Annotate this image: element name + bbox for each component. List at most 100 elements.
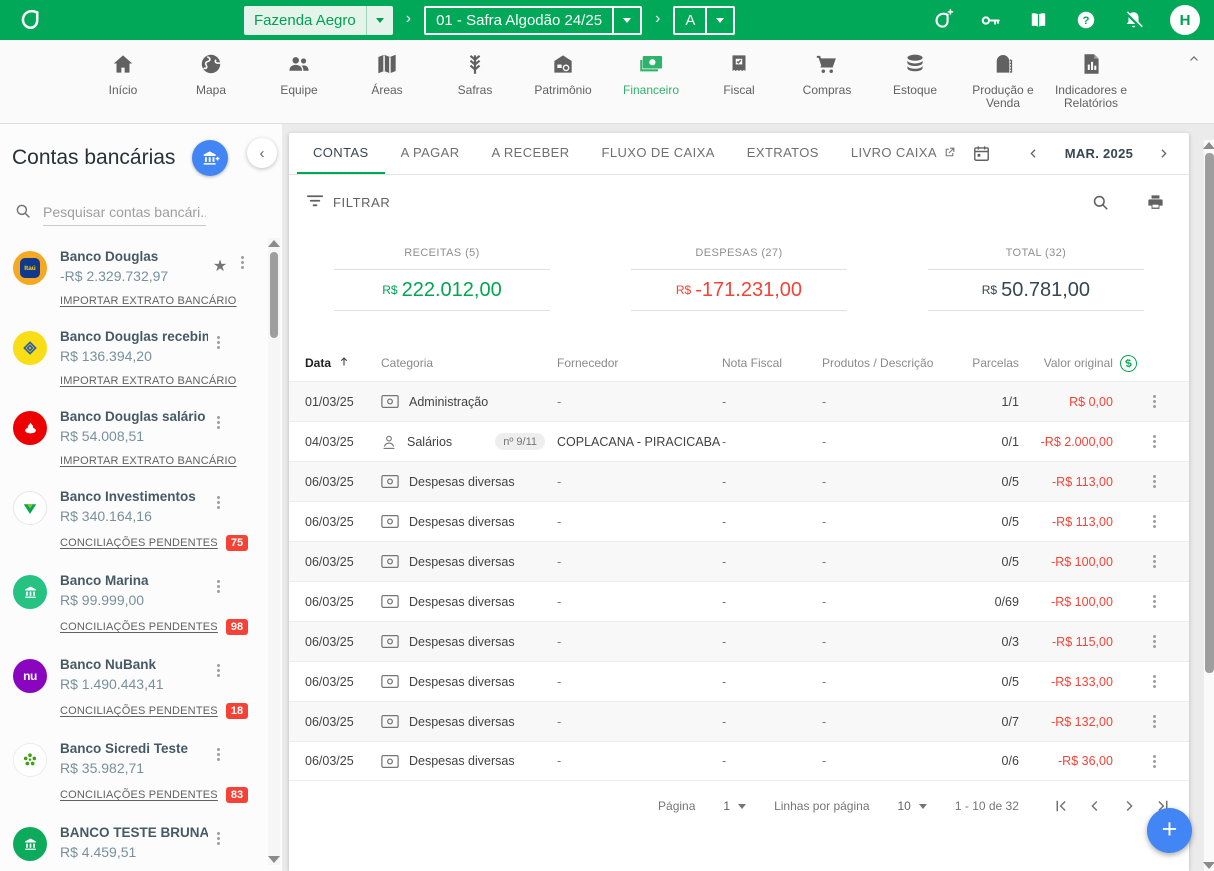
row-menu-icon[interactable] [1137,400,1173,403]
collapse-nav-icon[interactable] [1187,52,1201,69]
row-menu-icon[interactable] [1137,760,1173,763]
bank-account-banco-douglas[interactable]: Itaú Banco Douglas -R$ 2.329.732,97 ★ IM… [13,239,282,319]
search-icon[interactable] [1091,193,1110,212]
nav-item-areas[interactable]: Áreas [350,49,425,123]
column-header-data[interactable]: Data [305,355,381,371]
star-icon[interactable]: ★ [208,256,232,276]
season-selector-caret[interactable] [612,8,640,33]
tab-livro-caixa[interactable]: LIVRO CAIXA [835,133,972,174]
tab-fluxo-de-caixa[interactable]: FLUXO DE CAIXA [586,133,731,174]
sidebar-scrollbar[interactable] [268,238,280,865]
collapse-sidebar-button[interactable]: ‹ [247,138,277,168]
scroll-up-icon[interactable] [1203,142,1214,149]
account-action-link[interactable]: IMPORTAR EXTRATO BANCÁRIO [60,375,237,387]
transaction-row[interactable]: 06/03/25 Despesas diversas - - - 0/5 -R$… [289,541,1189,581]
row-menu-icon[interactable] [1137,720,1173,723]
row-menu-icon[interactable] [1137,640,1173,643]
next-month-icon[interactable] [1147,146,1181,161]
tab-a-receber[interactable]: A RECEBER [476,133,586,174]
column-header-nota-fiscal[interactable]: Nota Fiscal [722,356,822,370]
season-selector[interactable]: 01 - Safra Algodão 24/25 [424,6,642,35]
nav-item-mapa[interactable]: Mapa [174,49,249,123]
filter-button[interactable]: FILTRAR [307,194,390,211]
row-menu-icon[interactable] [1137,440,1173,443]
notifications-off-icon[interactable] [1122,9,1145,32]
tab-extratos[interactable]: EXTRATOS [731,133,835,174]
bank-account-banco-marina[interactable]: Banco Marina R$ 99.999,00 CONCILIAÇÕES P… [13,563,282,647]
transaction-row[interactable]: 06/03/25 Despesas diversas - - - 0/5 -R$… [289,661,1189,701]
calendar-icon[interactable] [972,144,991,163]
search-input[interactable] [43,201,206,226]
account-action-link[interactable]: CONCILIAÇÕES PENDENTES [60,705,218,717]
transaction-row[interactable]: 06/03/25 Despesas diversas - - - 0/6 -R$… [289,741,1189,781]
kebab-menu-icon[interactable] [208,585,228,588]
transaction-row[interactable]: 04/03/25 Salários nº 9/11 COPLACANA - PI… [289,421,1189,461]
book-icon[interactable] [1027,9,1050,32]
kebab-menu-icon[interactable] [208,669,228,672]
bank-account-banco-nubank[interactable]: nu Banco NuBank R$ 1.490.443,41 CONCILIA… [13,647,282,731]
user-avatar[interactable]: H [1170,5,1200,35]
kebab-menu-icon[interactable] [208,501,228,504]
bank-account-banco-douglas-salario-ti[interactable]: Banco Douglas salário Ti... R$ 54.008,51… [13,399,282,479]
bank-account-banco-teste-bruna[interactable]: BANCO TESTE BRUNA R$ 4.459,51 [13,815,282,871]
scroll-down-icon[interactable] [268,856,280,863]
unit-selector-caret[interactable] [705,8,733,33]
aegro-logo-icon[interactable] [14,5,44,35]
nav-item-compras[interactable]: Compras [790,49,865,123]
column-header-parcelas[interactable]: Parcelas [949,356,1019,370]
farm-selector-caret[interactable] [366,6,393,35]
nav-item-producao-e-venda[interactable]: Produção e Venda [966,49,1041,123]
row-menu-icon[interactable] [1137,600,1173,603]
column-header-produtos[interactable]: Produtos / Descrição [822,356,949,370]
add-farm-icon[interactable] [930,8,954,32]
kebab-menu-icon[interactable] [232,261,252,264]
bank-account-banco-sicredi-teste[interactable]: Banco Sicredi Teste R$ 35.982,71 CONCILI… [13,731,282,815]
page-scrollbar[interactable] [1203,140,1214,871]
kebab-menu-icon[interactable] [208,421,228,424]
nav-item-patrimonio[interactable]: Patrimônio [526,49,601,123]
nav-item-financeiro[interactable]: Financeiro [614,49,689,123]
column-header-fornecedor[interactable]: Fornecedor [557,356,722,370]
transaction-row[interactable]: 06/03/25 Despesas diversas - - - 0/5 -R$… [289,501,1189,541]
column-header-categoria[interactable]: Categoria [381,356,557,370]
scrollbar-thumb[interactable] [1205,153,1214,673]
previous-month-icon[interactable] [1017,146,1051,161]
account-action-link[interactable]: CONCILIAÇÕES PENDENTES [60,789,218,801]
nav-item-estoque[interactable]: Estoque [878,49,953,123]
tab-a-pagar[interactable]: A PAGAR [385,133,476,174]
page-select[interactable]: 1 [723,799,746,813]
transaction-row[interactable]: 06/03/25 Despesas diversas - - - 0/5 -R$… [289,461,1189,501]
kebab-menu-icon[interactable] [208,753,228,756]
bank-account-banco-investimentos[interactable]: Banco Investimentos R$ 340.164,16 CONCIL… [13,479,282,563]
nav-item-equipe[interactable]: Equipe [262,49,337,123]
row-menu-icon[interactable] [1137,480,1173,483]
scroll-up-icon[interactable] [268,240,280,247]
transaction-row[interactable]: 06/03/25 Despesas diversas - - - 0/7 -R$… [289,701,1189,741]
row-menu-icon[interactable] [1137,520,1173,523]
transaction-row[interactable]: 06/03/25 Despesas diversas - - - 0/3 -R$… [289,621,1189,661]
account-action-link[interactable]: CONCILIAÇÕES PENDENTES [60,537,218,549]
nav-item-fiscal[interactable]: Fiscal [702,49,777,123]
rows-per-page-select[interactable]: 10 [898,799,927,813]
row-menu-icon[interactable] [1137,560,1173,563]
account-action-link[interactable]: IMPORTAR EXTRATO BANCÁRIO [60,455,237,467]
scroll-down-icon[interactable] [1203,862,1214,869]
next-page-icon[interactable] [1115,797,1143,815]
farm-selector[interactable]: Fazenda Aegro [244,6,393,35]
unit-selector[interactable]: A [673,6,735,35]
row-menu-icon[interactable] [1137,680,1173,683]
nav-item-indicadores-e-relatorios[interactable]: Indicadores e Relatórios [1054,49,1129,123]
account-action-link[interactable]: CONCILIAÇÕES PENDENTES [60,621,218,633]
kebab-menu-icon[interactable] [208,837,228,840]
nav-item-inicio[interactable]: Início [86,49,161,123]
print-icon[interactable] [1146,193,1165,212]
transaction-row[interactable]: 01/03/25 Administração - - - 1/1 R$ 0,00 [289,381,1189,421]
nav-item-safras[interactable]: Safras [438,49,513,123]
kebab-menu-icon[interactable] [208,341,228,344]
column-header-valor[interactable]: Valor original $ [1019,355,1137,372]
key-icon[interactable] [979,9,1002,32]
add-bank-account-button[interactable] [192,140,228,176]
transaction-row[interactable]: 06/03/25 Despesas diversas - - - 0/69 -R… [289,581,1189,621]
help-icon[interactable]: ? [1075,9,1097,31]
account-action-link[interactable]: IMPORTAR EXTRATO BANCÁRIO [60,295,237,307]
